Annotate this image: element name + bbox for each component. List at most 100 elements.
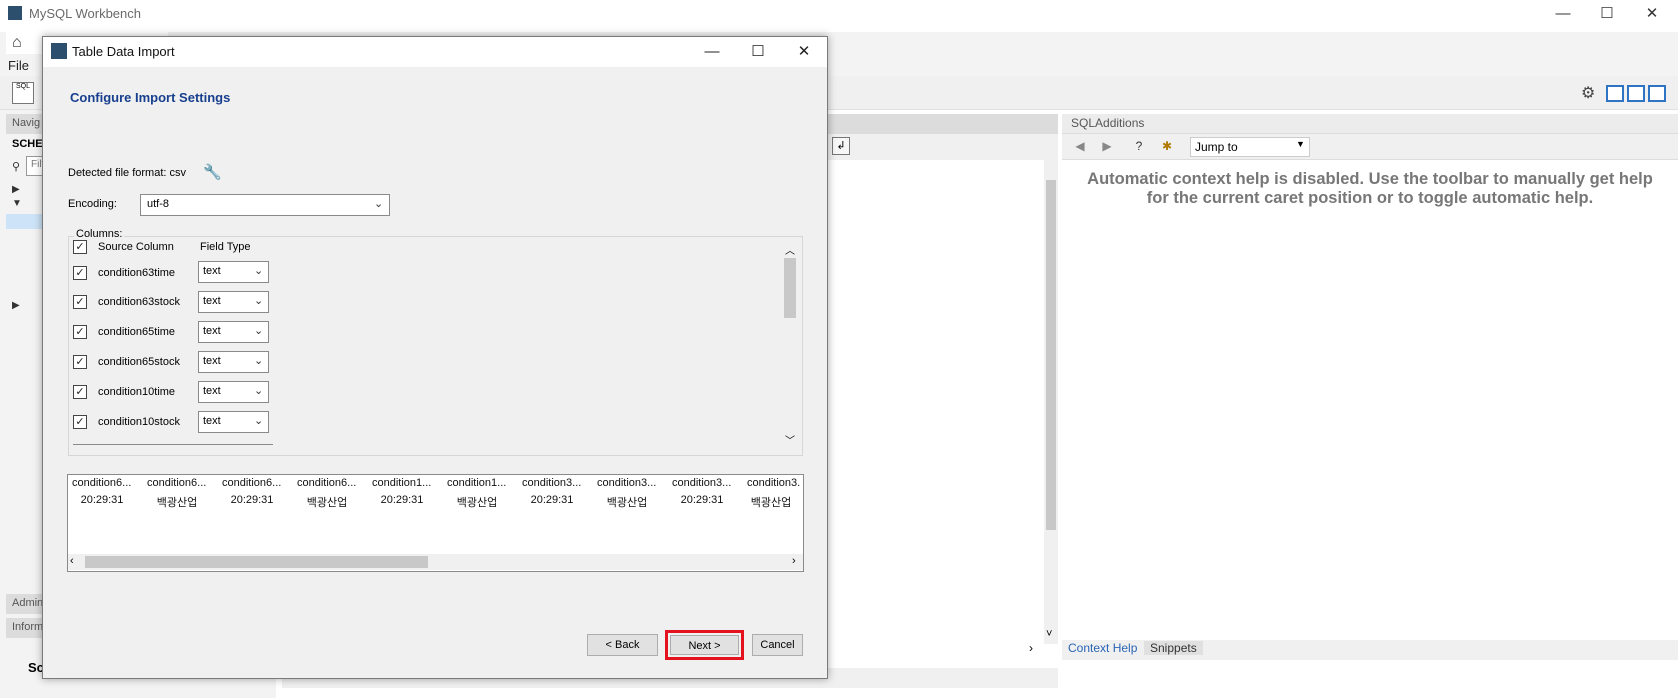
query-tab-header	[826, 114, 1058, 134]
preview-cell: 20:29:31	[680, 494, 724, 506]
column-name: condition10stock	[98, 416, 180, 428]
mysql-logo-icon	[51, 43, 67, 59]
clipped-row-edge	[73, 444, 273, 448]
back-button[interactable]: < Back	[587, 634, 658, 656]
minimize-icon[interactable]: —	[700, 40, 724, 64]
preview-column-header: condition1...	[372, 477, 432, 489]
query-editor[interactable]	[826, 114, 1058, 644]
query-toolbar	[826, 134, 1058, 160]
column-name: condition65stock	[98, 356, 180, 368]
field-type-header: Field Type	[200, 241, 251, 253]
cancel-button[interactable]: Cancel	[752, 634, 803, 656]
sql-additions-header	[1062, 114, 1678, 134]
detected-format-label: Detected file format: csv	[68, 167, 186, 179]
expand-arrow-icon[interactable]: ▶	[12, 300, 20, 311]
dialog-title: Table Data Import	[72, 44, 175, 59]
preview-column-header: condition6...	[222, 477, 282, 489]
sql-additions-toolbar	[1062, 134, 1678, 160]
home-icon[interactable]: ⌂	[12, 34, 22, 52]
chevron-down-icon[interactable]: ⌄	[254, 384, 263, 397]
columns-scroll-thumb[interactable]	[784, 258, 796, 318]
wrap-text-icon[interactable]: ↲	[832, 137, 850, 155]
column-name: condition63time	[98, 267, 176, 279]
context-help-message: Automatic context help is disabled. Use …	[1087, 170, 1653, 207]
toggle-secondary-sidebar-icon[interactable]	[1648, 85, 1666, 102]
preview-cell: 백광산업	[456, 497, 498, 509]
scroll-up-icon[interactable]: ︿	[785, 242, 795, 257]
maximize-icon[interactable]: ☐	[746, 40, 770, 64]
preview-cell: 20:29:31	[530, 494, 574, 506]
select-all-checkbox[interactable]: ✓	[73, 240, 87, 254]
source-column-header: Source Column	[98, 241, 174, 253]
page-heading: Configure Import Settings	[70, 90, 231, 105]
encoding-label: Encoding:	[68, 198, 117, 210]
preview-column-header: condition3...	[597, 477, 657, 489]
mysql-logo-icon	[8, 6, 22, 20]
search-icon: ⚲	[12, 161, 21, 173]
wrench-icon[interactable]: 🔧	[203, 163, 222, 181]
column-name: condition63stock	[98, 296, 180, 308]
preview-cell: 백광산업	[306, 497, 348, 509]
preview-column-header: condition6...	[297, 477, 357, 489]
minimize-icon[interactable]: —	[1553, 4, 1573, 24]
close-icon[interactable]: ✕	[792, 40, 816, 64]
columns-label: Columns:	[74, 228, 125, 240]
back-arrow-icon[interactable]: ◀	[1071, 139, 1089, 155]
sql-additions-title: SQLAdditions	[1071, 116, 1145, 130]
scroll-right-icon[interactable]: ›	[792, 555, 796, 567]
scroll-left-icon[interactable]: ‹	[70, 555, 74, 567]
editor-scroll-thumb[interactable]	[1046, 180, 1056, 530]
chevron-down-icon[interactable]: ⌄	[254, 264, 263, 277]
toggle-output-icon[interactable]	[1627, 85, 1645, 102]
preview-cell: 20:29:31	[380, 494, 424, 506]
preview-cell: 백광산업	[750, 497, 792, 509]
app-titlebar	[0, 0, 1678, 28]
auto-help-icon[interactable]: ✱	[1158, 139, 1176, 155]
column-checkbox[interactable]: ✓	[73, 415, 87, 429]
chevron-down-icon[interactable]: ▼	[1296, 139, 1305, 149]
preview-cell: 20:29:31	[80, 494, 124, 506]
app-title: MySQL Workbench	[29, 6, 141, 21]
chevron-down-icon[interactable]: ⌄	[254, 324, 263, 337]
toggle-sidebar-icon[interactable]	[1606, 85, 1624, 102]
selected-tree-row[interactable]	[6, 214, 42, 229]
column-name: condition10time	[98, 386, 176, 398]
tab-snippets[interactable]: Snippets	[1144, 641, 1203, 655]
preview-column-header: condition1...	[447, 477, 507, 489]
preview-column-header: condition6...	[147, 477, 207, 489]
column-checkbox[interactable]: ✓	[73, 325, 87, 339]
scroll-down-icon[interactable]: ˅	[1046, 628, 1052, 640]
preview-column-header: condition3...	[672, 477, 732, 489]
chevron-down-icon[interactable]: ⌄	[374, 197, 383, 210]
preview-cell: 20:29:31	[230, 494, 274, 506]
encoding-select[interactable]: utf-8	[140, 194, 390, 216]
expand-arrow-icon[interactable]: ▶	[12, 184, 20, 195]
new-sql-tab-icon[interactable]: SQL	[12, 82, 34, 104]
scroll-down-icon[interactable]: ﹀	[785, 432, 795, 447]
column-checkbox[interactable]: ✓	[73, 295, 87, 309]
column-checkbox[interactable]: ✓	[73, 355, 87, 369]
preview-column-header: condition3...	[522, 477, 582, 489]
gear-icon[interactable]: ⚙	[1581, 83, 1595, 103]
scroll-right-icon[interactable]: ›	[1029, 641, 1033, 655]
column-checkbox[interactable]: ✓	[73, 385, 87, 399]
chevron-down-icon[interactable]: ⌄	[254, 294, 263, 307]
column-checkbox[interactable]: ✓	[73, 266, 87, 280]
tab-context-help[interactable]: Context Help	[1068, 641, 1137, 655]
forward-arrow-icon[interactable]: ▶	[1098, 139, 1116, 155]
chevron-down-icon[interactable]: ⌄	[254, 354, 263, 367]
preview-cell: 백광산업	[156, 497, 198, 509]
collapse-arrow-icon[interactable]: ▼	[12, 198, 22, 209]
preview-column-header: condition6...	[72, 477, 132, 489]
maximize-icon[interactable]: ☐	[1597, 4, 1617, 24]
menu-file[interactable]: File	[8, 58, 29, 73]
chevron-down-icon[interactable]: ⌄	[254, 414, 263, 427]
column-name: condition65time	[98, 326, 176, 338]
preview-scroll-thumb[interactable]	[85, 556, 428, 568]
preview-cell: 백광산업	[606, 497, 648, 509]
close-icon[interactable]: ✕	[1642, 4, 1662, 24]
next-button[interactable]: Next >	[670, 635, 739, 655]
manual-help-icon[interactable]: ?	[1130, 139, 1148, 155]
preview-column-header: condition3.	[747, 477, 801, 489]
jump-to-select[interactable]: Jump to	[1190, 137, 1310, 157]
